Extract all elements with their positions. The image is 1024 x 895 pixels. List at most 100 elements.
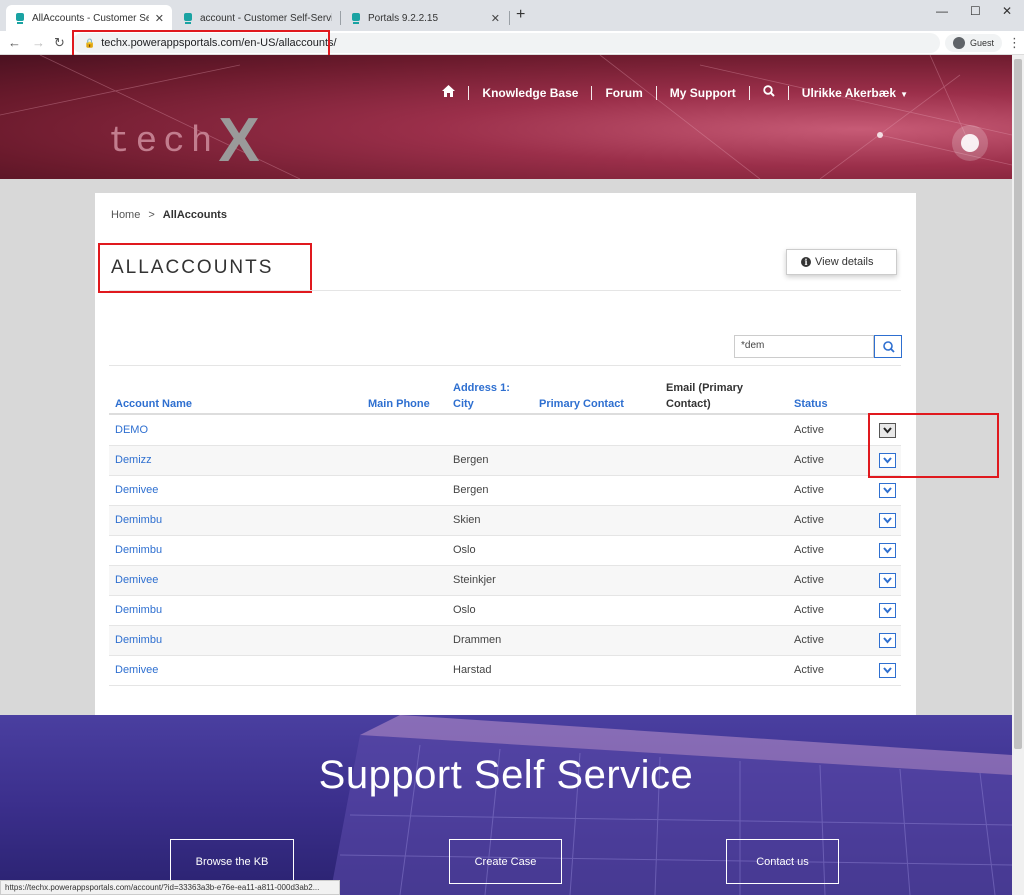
- table-row: Demivee Bergen Active: [109, 476, 901, 506]
- breadcrumb: Home > AllAccounts: [111, 209, 227, 221]
- header-account-name[interactable]: Account Name: [115, 396, 192, 412]
- chevron-down-icon: [883, 547, 892, 554]
- create-case-button[interactable]: Create Case: [449, 839, 562, 884]
- forward-arrow-icon[interactable]: →: [32, 35, 45, 50]
- support-hero: Support Self Service Browse the KB Creat…: [0, 715, 1012, 895]
- row-action-button[interactable]: [879, 483, 896, 498]
- info-icon: i: [801, 257, 811, 267]
- account-name-link[interactable]: Demivee: [115, 664, 158, 676]
- tab-title: Portals 9.2.2.15: [368, 12, 439, 24]
- header-address-line1: Address 1:: [453, 382, 510, 394]
- nav-knowledge-base[interactable]: Knowledge Base: [482, 86, 578, 100]
- user-menu[interactable]: Ulrikke Akerbæk ▼: [802, 86, 908, 100]
- chevron-down-icon: [883, 517, 892, 524]
- tab-portals[interactable]: Portals 9.2.2.15 ✕: [342, 5, 508, 31]
- chevron-down-icon: [883, 577, 892, 584]
- row-action-button[interactable]: [879, 633, 896, 648]
- tab-account[interactable]: account - Customer Self-Service: [174, 5, 340, 31]
- city-cell: Oslo: [453, 604, 476, 616]
- search-icon[interactable]: [763, 85, 775, 100]
- search-button[interactable]: [874, 335, 902, 358]
- nav-forum[interactable]: Forum: [605, 86, 642, 100]
- row-action-button[interactable]: [879, 513, 896, 528]
- status-cell: Active: [794, 574, 824, 586]
- account-name-link[interactable]: Demimbu: [115, 514, 162, 526]
- divider: [109, 365, 901, 366]
- account-name-link[interactable]: Demimbu: [115, 634, 162, 646]
- city-cell: Bergen: [453, 454, 489, 466]
- back-arrow-icon[interactable]: ←: [8, 35, 21, 50]
- city-cell: Steinkjer: [453, 574, 496, 586]
- city-cell: Skien: [453, 514, 481, 526]
- table-row: Demimbu Skien Active: [109, 506, 901, 536]
- close-icon[interactable]: ✕: [155, 12, 164, 25]
- chevron-down-icon: [883, 667, 892, 674]
- top-navigation: Knowledge Base Forum My Support Ulrikke …: [442, 85, 908, 100]
- row-action-button[interactable]: [879, 573, 896, 588]
- account-name-link[interactable]: Demizz: [115, 454, 152, 466]
- chevron-down-icon: [883, 487, 892, 494]
- table-row: Demimbu Oslo Active: [109, 596, 901, 626]
- caret-down-icon: ▼: [900, 89, 908, 99]
- site-header: techX Knowledge Base Forum My Support Ul…: [0, 55, 1012, 179]
- header-email-line1: Email (Primary: [666, 382, 744, 394]
- row-action-button[interactable]: [879, 543, 896, 558]
- tab-divider: [340, 11, 341, 25]
- chevron-down-icon: [883, 607, 892, 614]
- profile-button[interactable]: Guest: [945, 34, 1003, 52]
- logo-tech-text: tech: [108, 121, 219, 162]
- browser-tab-bar: AllAccounts - Customer Self-Serv ✕ accou…: [0, 0, 1024, 31]
- new-tab-button[interactable]: +: [516, 6, 525, 24]
- breadcrumb-home[interactable]: Home: [111, 209, 140, 221]
- close-icon[interactable]: ✕: [491, 12, 500, 25]
- contact-us-button[interactable]: Contact us: [726, 839, 839, 884]
- view-details-label: View details: [815, 256, 874, 268]
- header-email-line2: Contact): [666, 398, 711, 410]
- menu-dots-icon[interactable]: ⋮: [1008, 35, 1021, 51]
- row-action-button[interactable]: [879, 603, 896, 618]
- table-row: Demimbu Drammen Active: [109, 626, 901, 656]
- status-cell: Active: [794, 604, 824, 616]
- row-action-button[interactable]: [879, 663, 896, 678]
- header-address-city[interactable]: Address 1: City: [453, 380, 510, 412]
- page-scrollbar[interactable]: [1012, 55, 1024, 895]
- header-status[interactable]: Status: [794, 396, 828, 412]
- nav-my-support[interactable]: My Support: [670, 86, 736, 100]
- tab-allaccounts[interactable]: AllAccounts - Customer Self-Serv ✕: [6, 5, 172, 31]
- status-cell: Active: [794, 454, 824, 466]
- scrollbar-thumb[interactable]: [1014, 59, 1022, 749]
- minimize-icon[interactable]: —: [936, 4, 948, 18]
- search-input[interactable]: *dem: [734, 335, 874, 358]
- browse-kb-button[interactable]: Browse the KB: [170, 839, 294, 884]
- view-details-menu-item[interactable]: i View details: [786, 249, 897, 275]
- header-main-phone[interactable]: Main Phone: [368, 396, 430, 412]
- header-email: Email (Primary Contact): [666, 380, 743, 412]
- tab-title: account - Customer Self-Service: [200, 12, 332, 24]
- account-name-link[interactable]: DEMO: [115, 424, 148, 436]
- account-name-link[interactable]: Demimbu: [115, 604, 162, 616]
- city-cell: Bergen: [453, 484, 489, 496]
- account-name-link[interactable]: Demimbu: [115, 544, 162, 556]
- tab-divider: [509, 11, 510, 25]
- status-cell: Active: [794, 424, 824, 436]
- header-address-line2: City: [453, 398, 474, 410]
- user-name: Ulrikke Akerbæk: [801, 85, 897, 100]
- portal-favicon-icon: [182, 12, 194, 24]
- table-row: Demizz Bergen Active: [109, 446, 901, 476]
- header-primary-contact[interactable]: Primary Contact: [539, 396, 624, 412]
- reload-icon[interactable]: ↻: [54, 35, 65, 51]
- tab-title: AllAccounts - Customer Self-Serv: [32, 12, 149, 24]
- home-icon[interactable]: [442, 85, 456, 100]
- nav-divider: [591, 85, 593, 100]
- table-row: Demivee Harstad Active: [109, 656, 901, 686]
- city-cell: Drammen: [453, 634, 502, 646]
- window-close-icon[interactable]: ✕: [1002, 4, 1012, 18]
- techx-logo[interactable]: techX: [108, 95, 264, 175]
- profile-label: Guest: [970, 38, 995, 48]
- table-header: Account Name Main Phone Address 1: City …: [109, 379, 901, 415]
- account-name-link[interactable]: Demivee: [115, 574, 158, 586]
- status-cell: Active: [794, 664, 824, 676]
- account-name-link[interactable]: Demivee: [115, 484, 158, 496]
- status-cell: Active: [794, 514, 824, 526]
- maximize-icon[interactable]: ☐: [970, 4, 981, 18]
